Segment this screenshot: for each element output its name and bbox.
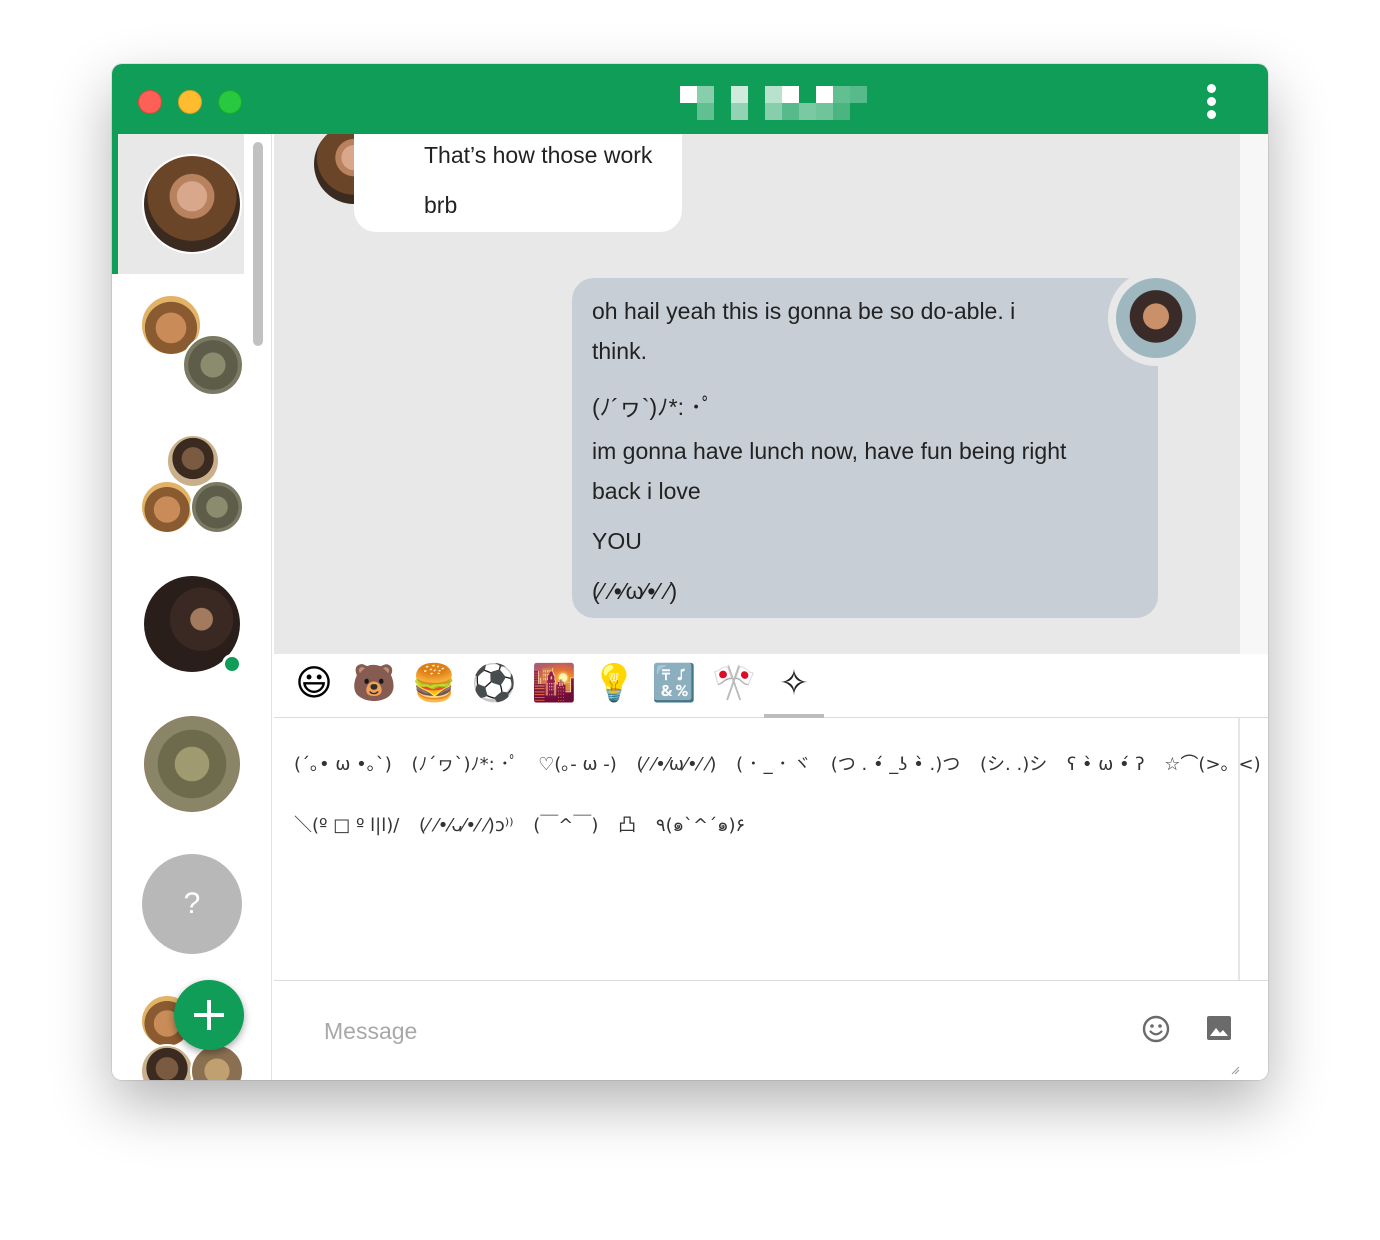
contact-avatar xyxy=(142,154,242,254)
smiley-icon[interactable] xyxy=(1142,1015,1170,1043)
message-text: That’s how those work xyxy=(424,142,653,168)
conversation-item[interactable] xyxy=(112,134,244,274)
kaomoji-item[interactable]: (´｡• ω •｡`) xyxy=(294,754,392,775)
tab-symbols[interactable]: 🔣 xyxy=(650,660,698,708)
tab-travel[interactable]: 🌇 xyxy=(530,660,578,708)
tab-activity[interactable]: ⚽ xyxy=(470,660,518,708)
thread-scrollbar[interactable] xyxy=(1240,134,1268,654)
kaomoji-item[interactable]: (シ. .)シ xyxy=(980,754,1047,775)
conversation-item[interactable] xyxy=(112,694,244,834)
tab-flags[interactable]: 🎌 xyxy=(710,660,758,708)
contact-avatar xyxy=(190,480,244,534)
emoji-category-tabs: 😃 🐻 🍔 ⚽ 🌇 💡 🔣 🎌 ✧ xyxy=(274,654,1268,718)
kaomoji-item[interactable]: (⁄ ⁄•⁄ω⁄•⁄ ⁄) xyxy=(637,754,717,775)
kaomoji-item[interactable]: ٩(๑`^´๑)۶ xyxy=(656,815,745,836)
minimize-window-button[interactable] xyxy=(178,90,202,114)
app-window: ? That’s how those work brb oh hail yeah… xyxy=(112,64,1268,1080)
resize-handle-icon[interactable] xyxy=(1230,1065,1240,1075)
picker-scrollbar[interactable] xyxy=(1238,718,1240,980)
sidebar-scroll-thumb[interactable] xyxy=(253,142,263,346)
online-status-dot xyxy=(222,654,242,674)
new-conversation-button[interactable] xyxy=(174,980,244,1050)
contact-avatar xyxy=(190,1044,244,1080)
kaomoji-item[interactable]: (￣^￣) xyxy=(533,815,598,836)
message-text: brb xyxy=(424,192,458,218)
tab-animals[interactable]: 🐻 xyxy=(350,660,398,708)
active-tab-indicator xyxy=(764,714,824,718)
message-input[interactable] xyxy=(324,1011,1104,1051)
kaomoji-item[interactable]: (つ . •́ _ʖ •̀ .)つ xyxy=(831,754,961,775)
kaomoji-item[interactable]: ʕ •̀ ω •́ ʔ xyxy=(1067,754,1145,775)
message-composer xyxy=(274,980,1268,1080)
unknown-contact-avatar[interactable]: ? xyxy=(142,854,242,954)
contact-avatar xyxy=(182,334,244,396)
conversation-item[interactable] xyxy=(112,274,244,414)
title-bar xyxy=(112,64,1268,134)
kaomoji-item[interactable]: ♡(｡- ω -) xyxy=(538,754,617,775)
kaomoji-item[interactable]: 凸 xyxy=(618,815,636,836)
contact-avatar xyxy=(140,480,194,534)
tab-kaomoji[interactable]: ✧ xyxy=(770,660,818,708)
kaomoji-item[interactable]: ＼(º □ º l|l)/ xyxy=(294,815,399,836)
image-icon[interactable] xyxy=(1206,1015,1232,1041)
kaomoji-item[interactable]: (ﾉ´ヮ`)ﾉ*: ･ﾟ xyxy=(412,754,519,775)
tab-food[interactable]: 🍔 xyxy=(410,660,458,708)
message-text: back i love xyxy=(592,478,701,504)
incoming-message-bubble: That’s how those work brb xyxy=(354,134,682,232)
close-window-button[interactable] xyxy=(138,90,162,114)
emoji-picker: 😃 🐻 🍔 ⚽ 🌇 💡 🔣 🎌 ✧ (´｡• ω •｡`) (ﾉ´ヮ`)ﾉ*: … xyxy=(274,654,1268,980)
message-text: think. xyxy=(592,338,647,364)
message-text: (⁄ ⁄•⁄ω⁄•⁄ ⁄) xyxy=(592,578,678,604)
conversation-sidebar: ? xyxy=(112,134,272,1080)
kaomoji-item[interactable]: (⁄ ⁄•⁄ᴗ⁄•⁄ ⁄)ↄ⁾⁾ xyxy=(419,815,514,836)
outgoing-message-bubble: oh hail yeah this is gonna be so do-able… xyxy=(572,278,1158,618)
tab-objects[interactable]: 💡 xyxy=(590,660,638,708)
zoom-window-button[interactable] xyxy=(218,90,242,114)
contact-avatar xyxy=(140,1044,194,1080)
sidebar-scrollbar[interactable] xyxy=(250,140,266,1080)
pixelated-title xyxy=(680,86,870,120)
contact-avatar xyxy=(142,714,242,814)
message-text: im gonna have lunch now, have fun being … xyxy=(592,438,1067,464)
message-text: oh hail yeah this is gonna be so do-able… xyxy=(592,298,1016,324)
kaomoji-item[interactable]: ☆⌒(>。<) xyxy=(1164,754,1260,775)
message-thread: That’s how those work brb oh hail yeah t… xyxy=(274,134,1240,654)
kaomoji-row: ＼(º □ º l|l)/ (⁄ ⁄•⁄ᴗ⁄•⁄ ⁄)ↄ⁾⁾ (￣^￣) 凸 ٩… xyxy=(294,810,759,839)
own-avatar xyxy=(1116,278,1196,358)
message-text: (ﾉ´ヮ`)ﾉ*: ･ﾟ xyxy=(592,394,714,420)
kaomoji-row: (´｡• ω •｡`) (ﾉ´ヮ`)ﾉ*: ･ﾟ ♡(｡- ω -) (⁄ ⁄•… xyxy=(294,750,1268,776)
message-text: YOU xyxy=(592,528,642,554)
conversation-item[interactable] xyxy=(112,554,244,694)
conversation-item[interactable] xyxy=(112,414,244,554)
kaomoji-item[interactable]: ( ･ _ ･ ヾ xyxy=(736,754,811,775)
tab-smileys[interactable]: 😃 xyxy=(290,660,338,708)
more-options-icon[interactable] xyxy=(1202,84,1222,120)
